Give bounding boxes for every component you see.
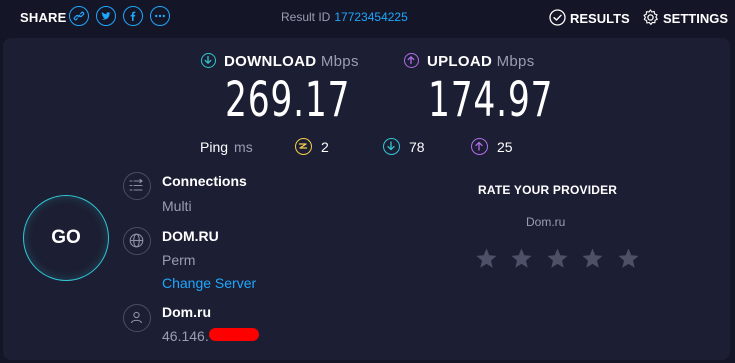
more-icon[interactable] [150, 6, 170, 26]
ping-unit: ms [234, 139, 253, 155]
upload-arrow-icon [404, 53, 419, 68]
download-header: DOWNLOAD Mbps [201, 53, 359, 70]
user-icon [123, 304, 151, 332]
rate-title: RATE YOUR PROVIDER [478, 183, 618, 197]
ping-label: Ping ms [200, 139, 253, 155]
upload-unit: Mbps [496, 53, 535, 70]
results-label: RESULTS [570, 11, 630, 26]
provider-ip: 46.146. [162, 328, 209, 344]
top-bar: SHARE Result ID 17723454225 RESULTS SETTI… [0, 0, 735, 36]
share-label: SHARE [20, 10, 67, 25]
download-arrow-icon [201, 53, 216, 68]
server-location: Perm [162, 252, 196, 268]
twitter-icon[interactable] [96, 6, 116, 26]
provider-title: Dom.ru [162, 304, 211, 320]
ping-title: Ping [200, 139, 229, 155]
upload-latency-icon [471, 138, 488, 155]
link-icon[interactable] [69, 6, 89, 26]
connections-value[interactable]: Multi [162, 198, 192, 214]
download-label: DOWNLOAD [224, 53, 317, 70]
go-button[interactable]: GO [23, 195, 109, 281]
change-server-link[interactable]: Change Server [162, 275, 256, 291]
speedtest-card: DOWNLOAD Mbps 269.17 UPLOAD Mbps 174.97 … [3, 38, 730, 360]
settings-label: SETTINGS [663, 11, 729, 26]
rate-provider-name: Dom.ru [526, 215, 566, 229]
star-rating [475, 247, 648, 275]
result-id-link[interactable]: 17723454225 [334, 10, 407, 24]
upload-label: UPLOAD [427, 53, 493, 70]
idle-latency-icon [295, 138, 312, 155]
check-circle-icon [549, 9, 566, 26]
facebook-icon[interactable] [123, 6, 143, 26]
download-latency-icon [383, 138, 400, 155]
upload-value: 174.97 [428, 72, 554, 128]
star-icon[interactable] [546, 247, 569, 270]
go-label: GO [51, 227, 81, 248]
download-unit: Mbps [320, 53, 359, 70]
results-button[interactable]: RESULTS [549, 9, 630, 26]
star-icon[interactable] [475, 247, 498, 270]
result-id: Result ID 17723454225 [281, 10, 408, 24]
connections-icon [123, 172, 151, 200]
result-id-label: Result ID [281, 10, 331, 24]
star-icon[interactable] [581, 247, 604, 270]
ip-redaction [209, 328, 259, 341]
star-icon[interactable] [510, 247, 533, 270]
upload-header: UPLOAD Mbps [404, 53, 535, 70]
download-latency-value: 78 [409, 139, 425, 155]
upload-latency-value: 25 [497, 139, 513, 155]
server-title: DOM.RU [162, 228, 219, 244]
connections-title: Connections [162, 173, 247, 189]
star-icon[interactable] [617, 247, 640, 270]
globe-icon [123, 227, 151, 255]
settings-button[interactable]: SETTINGS [642, 9, 728, 26]
gear-icon [643, 9, 658, 25]
download-value: 269.17 [225, 72, 351, 128]
idle-latency-value: 2 [321, 139, 329, 155]
